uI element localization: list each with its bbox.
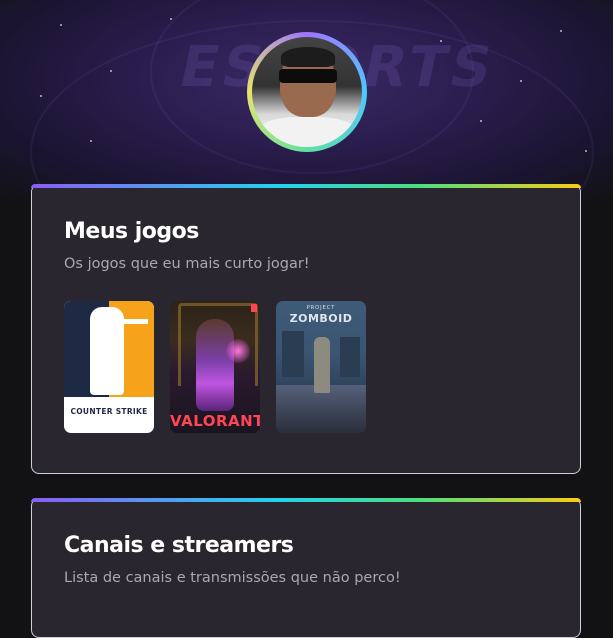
section-subtitle: Os jogos que eu mais curto jogar! — [64, 256, 310, 272]
game-subtitle: PROJECT — [306, 305, 336, 311]
badge-icon — [251, 304, 257, 312]
sunglasses-icon — [279, 69, 337, 83]
games-section: Meus jogos Os jogos que eu mais curto jo… — [31, 184, 581, 474]
game-title: COUNTER STRIKE — [70, 407, 148, 416]
section-title: Canais e streamers — [64, 533, 294, 558]
section-title: Meus jogos — [64, 219, 199, 244]
survivor-artwork — [314, 337, 330, 393]
game-title: VALORANT — [170, 412, 260, 430]
profile-avatar — [247, 32, 367, 152]
streamers-section: Canais e streamers Lista de canais e tra… — [31, 498, 581, 638]
gradient-accent-bar — [31, 498, 581, 502]
gradient-accent-bar — [31, 184, 581, 188]
game-title: ZOMBOID — [289, 312, 353, 325]
game-card-project-zomboid[interactable]: PROJECT ZOMBOID — [276, 301, 366, 433]
profile-photo — [252, 37, 362, 147]
section-subtitle: Lista de canais e transmissões que não p… — [64, 570, 401, 586]
game-card-counter-strike[interactable]: COUNTER STRIKE — [64, 301, 154, 433]
game-card-valorant[interactable]: VALORANT — [170, 301, 260, 433]
agent-artwork — [196, 319, 234, 411]
